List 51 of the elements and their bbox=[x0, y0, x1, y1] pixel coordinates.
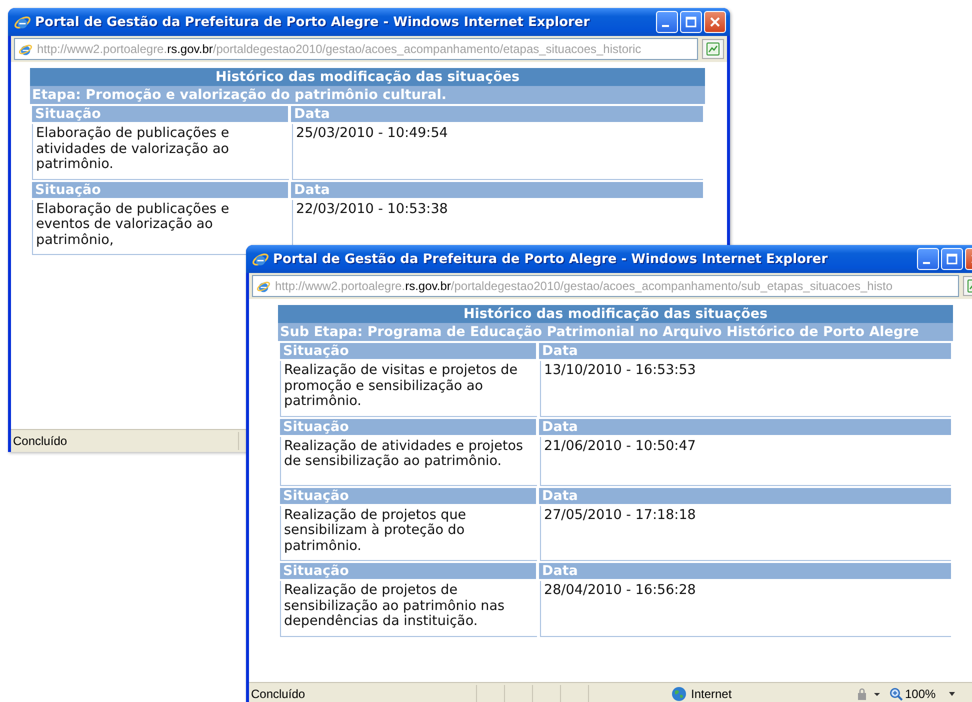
minimize-button[interactable] bbox=[656, 11, 678, 33]
column-header: Situação bbox=[280, 418, 536, 435]
zoom-icon bbox=[889, 687, 903, 701]
table-cell: 13/10/2010 - 16:53:53 bbox=[540, 361, 951, 417]
column-header: Situação bbox=[32, 182, 288, 198]
table-cell: 25/03/2010 - 10:49:54 bbox=[292, 124, 703, 180]
minimize-icon bbox=[922, 262, 930, 264]
column-header: Data bbox=[291, 182, 703, 198]
minimize-icon bbox=[662, 25, 668, 27]
maximize-button[interactable] bbox=[941, 248, 963, 270]
browser-icon bbox=[14, 14, 31, 30]
address-field[interactable]: http://www2.portoalegre.rs.gov.br/portaldegestao2010/gestao/acoes_acompanhamento/etapas_situacoes_historic bbox=[14, 38, 698, 60]
lock-icon bbox=[855, 687, 881, 701]
close-icon bbox=[709, 16, 721, 28]
column-header: Situação bbox=[280, 563, 536, 580]
caret-icon bbox=[948, 691, 956, 697]
table-cell: Elaboração de publicações e atividades de valorização ao patrimônio. bbox=[32, 124, 289, 180]
column-header: Situação bbox=[280, 343, 536, 359]
column-header: Data bbox=[539, 563, 951, 580]
maximize-icon bbox=[685, 16, 697, 28]
table-cell: 28/04/2010 - 16:56:28 bbox=[540, 581, 951, 637]
window-title: Portal de Gestão da Prefeitura de Porto Alegre - Windows Internet Explorer bbox=[35, 14, 591, 30]
table-cell: Realização de atividades e projetos de sensibilização ao patrimônio. bbox=[280, 436, 537, 486]
close-button[interactable] bbox=[704, 11, 726, 33]
column-header: Situação bbox=[280, 488, 536, 504]
column-header: Data bbox=[539, 488, 951, 504]
column-header: Situação bbox=[32, 106, 288, 122]
minimize-button[interactable] bbox=[917, 248, 939, 270]
stage-title: Etapa: Promoção e valorização do patrimônio cultural. bbox=[30, 86, 705, 104]
table-cell: 27/05/2010 - 17:18:18 bbox=[540, 506, 951, 562]
table-heading: Histórico das modificação das situações bbox=[278, 305, 953, 323]
status-text: Concluído bbox=[250, 687, 306, 701]
column-header: Data bbox=[539, 418, 951, 435]
stage-title: Sub Etapa: Programa de Educação Patrimonial no Arquivo Histórico de Porto Alegre bbox=[278, 323, 953, 341]
globe-icon bbox=[671, 686, 687, 702]
address-field[interactable]: http://www2.portoalegre.rs.gov.br/portaldegestao2010/gestao/acoes_acompanhamento/sub_etapas_situacoes_histo bbox=[252, 275, 959, 297]
table-cell: Realização de projetos que sensibilizam à proteção do patrimônio. bbox=[280, 506, 537, 562]
zone-label: Internet bbox=[691, 687, 732, 701]
column-header: Data bbox=[291, 106, 703, 122]
table-cell: Realização de projetos de sensibilização ao patrimônio nas dependências da instituição. bbox=[280, 581, 537, 637]
zoom-button[interactable]: 100% bbox=[885, 687, 960, 701]
table-heading: Histórico das modificação das situações bbox=[30, 68, 705, 86]
feed-button[interactable] bbox=[702, 39, 724, 59]
table-cell: 21/06/2010 - 10:50:47 bbox=[540, 436, 951, 486]
maximize-icon bbox=[946, 253, 958, 265]
column-header: Data bbox=[539, 343, 951, 359]
browser-icon bbox=[252, 250, 269, 268]
table-cell: Realização de visitas e projetos de promoção e sensibilização ao patrimônio. bbox=[280, 361, 537, 417]
status-text: Concluído bbox=[12, 434, 68, 448]
chart-icon bbox=[706, 42, 720, 56]
maximize-button[interactable] bbox=[680, 11, 702, 33]
